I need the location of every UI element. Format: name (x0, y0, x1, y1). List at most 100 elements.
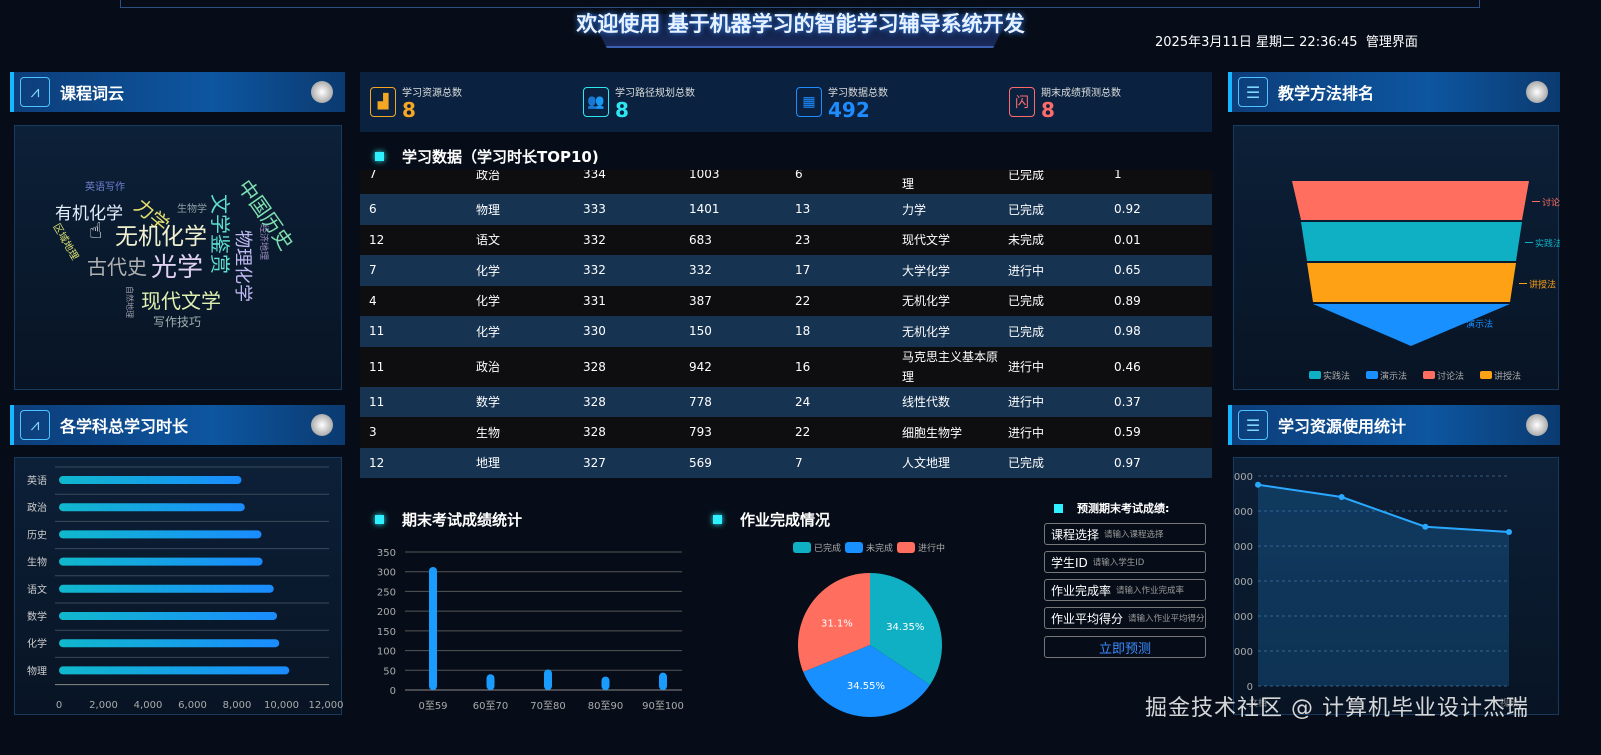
legend-swatch (1366, 371, 1378, 379)
word-cloud-word: 生物学 (177, 202, 207, 215)
bar (59, 503, 245, 512)
knob-icon[interactable] (311, 81, 333, 103)
table-cell: 未完成 (1008, 233, 1045, 248)
y-tick-label: 300 (377, 568, 396, 579)
table-cell: 0.98 (1114, 324, 1141, 339)
table-cell: 马克思主义基本原理 (902, 170, 998, 191)
table-cell: 3 (369, 425, 377, 440)
predict-field-2: 作业完成率 请输入作业完成率 (1044, 579, 1206, 601)
stat-3: 闪期末成绩预测总数 8 (999, 72, 1212, 132)
word-cloud-word: 自然地理 (125, 286, 135, 318)
table-cell: 18 (795, 324, 811, 339)
legend-label: 进行中 (918, 542, 945, 554)
predict-button[interactable]: 立即预测 (1044, 636, 1206, 658)
table-cell: 0.97 (1114, 455, 1141, 470)
knob-icon[interactable] (1526, 81, 1548, 103)
field-input-placeholder[interactable]: 请输入作业完成率 (1116, 584, 1184, 596)
bullet-icon (713, 515, 722, 524)
table-row[interactable]: 3 生物 328 793 22 细胞生物学 进行中 0.59 (360, 417, 1212, 448)
table-cell: 942 (689, 359, 712, 374)
legend-label: 实践法 (1323, 370, 1350, 382)
knob-icon[interactable] (1526, 414, 1548, 436)
field-input-placeholder[interactable]: 请输入作业平均得分 (1128, 612, 1205, 624)
table-cell: 0.92 (1114, 202, 1141, 217)
table-row[interactable]: 11 政治 328 942 16 马克思主义基本原理 进行中 0.46 (360, 346, 1212, 387)
table-row[interactable]: 12 地理 327 569 7 人文地理 已完成 0.97 (360, 447, 1212, 478)
table-row[interactable]: 7 政治 334 1003 6 马克思主义基本原理已完成 1 (360, 170, 1212, 194)
table-cell: 已完成 (1008, 294, 1045, 309)
table-cell: 332 (583, 263, 606, 278)
word-cloud-word: 无机化学 (115, 224, 207, 250)
funnel-stage (1301, 222, 1522, 261)
table-cell: 11 (369, 324, 385, 339)
table-cell: 4 (369, 293, 377, 308)
table-cell: 进行中 (1008, 263, 1045, 278)
table-cell: 327 (583, 455, 606, 470)
data-point (1255, 481, 1261, 488)
table-cell: 22 (795, 425, 811, 440)
table-cell: 语文 (476, 233, 501, 248)
word-cloud-word: 经济地理 (258, 224, 270, 260)
y-tick-label: 政治 (27, 501, 47, 514)
table-cell: 无机化学 (902, 294, 951, 309)
funnel-chart: 讨论法实践法讲授法演示法实践法演示法讨论法讲授法 (1292, 181, 1569, 382)
y-tick-label: 200 (377, 607, 396, 618)
table-cell: 物理 (476, 202, 501, 217)
x-tick-label: 0至59 (418, 700, 447, 712)
admin-link[interactable]: 管理界面 (1366, 35, 1418, 50)
legend-swatch (793, 542, 811, 553)
legend-swatch (845, 542, 863, 553)
table-cell: 数学 (476, 395, 501, 410)
funnel-label: 讨论法 (1542, 197, 1560, 209)
stat-label: 学习数据总数 (828, 87, 888, 99)
table-cell: 6 (795, 170, 803, 181)
panel-title: 教学方法排名 (1278, 84, 1375, 103)
knob-icon[interactable] (311, 414, 333, 436)
table-cell: 已完成 (1008, 170, 1045, 182)
table-cell: 387 (689, 293, 712, 308)
table-row[interactable]: 7 化学 332 332 17 大学化学 进行中 0.65 (360, 255, 1212, 286)
section-title: 期末考试成绩统计 (402, 511, 523, 529)
watermark: 掘金技术社区 @ 计算机毕业设计杰瑞 (1145, 696, 1529, 721)
table-row[interactable]: 6 物理 333 1401 13 力学 已完成 0.92 (360, 194, 1212, 225)
bar (544, 669, 552, 690)
field-label: 作业完成率 (1051, 583, 1112, 598)
table-cell: 7 (369, 263, 377, 278)
table-cell: 12 (369, 455, 385, 470)
y-tick-label: 物理 (27, 664, 47, 677)
field-input-placeholder[interactable]: 请输入学生ID (1093, 556, 1145, 568)
funnel-label: 演示法 (1466, 318, 1493, 330)
homework-pie-chart: 已完成 34.35% 未完成 34.55% 进行中 31.1% (793, 542, 945, 717)
table-cell: 333 (583, 202, 606, 217)
table-row[interactable]: 11 化学 330 150 18 无机化学 已完成 0.98 (360, 316, 1212, 347)
y-tick-label: 250 (377, 587, 396, 598)
table-cell: 0.89 (1114, 293, 1141, 308)
word-cloud-word: 写作技巧 (153, 315, 201, 329)
y-tick-label: 化学 (27, 637, 47, 650)
table-row[interactable]: 11 数学 328 778 24 线性代数 进行中 0.37 (360, 386, 1212, 417)
word-cloud: 英语写作有机化学 力学 生物学 文学鉴赏 中国历史区域地理 无机化学古代史 光学 物理化学 经济… (50, 175, 298, 329)
table-cell: 569 (689, 455, 712, 470)
y-tick-label: 10,000 (1234, 507, 1253, 518)
table-cell: 23 (795, 232, 811, 247)
table-cell: 0.59 (1114, 425, 1141, 440)
bar (59, 557, 263, 566)
table-row[interactable]: 12 语文 332 683 23 现代文学 未完成 0.01 (360, 224, 1212, 255)
bullet-icon (375, 152, 384, 161)
table-row[interactable]: 4 化学 331 387 22 无机化学 已完成 0.89 (360, 285, 1212, 316)
learning-data-table[interactable]: 7政治33410036马克思主义基本原理已完成16物理333140113力学已完… (360, 170, 1212, 496)
bar (59, 639, 280, 648)
table-cell: 力学 (902, 202, 927, 217)
bar (59, 530, 262, 539)
y-tick-label: 生物 (27, 556, 47, 569)
subject-hours-header: ⩘ 各学科总学习时长 (10, 405, 345, 445)
table-cell: 6 (369, 202, 377, 217)
bullet-icon (375, 515, 384, 524)
table-cell: 地理 (476, 456, 501, 471)
list-icon: ☰ (1238, 410, 1268, 440)
y-tick-label: 150 (377, 627, 396, 638)
data-point (1506, 529, 1512, 535)
field-input-placeholder[interactable]: 请输入课程选择 (1104, 528, 1164, 540)
table-cell: 人文地理 (902, 456, 951, 471)
resource-icon: ▟ (370, 87, 396, 117)
